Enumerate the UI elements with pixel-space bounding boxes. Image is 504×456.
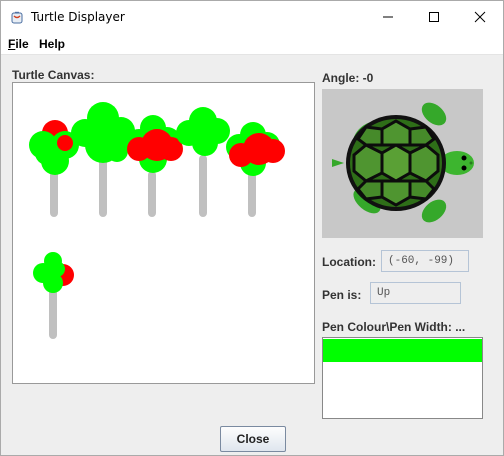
canvas-drawing	[29, 102, 285, 339]
java-cup-icon	[10, 10, 26, 26]
canvas-label: Turtle Canvas:	[12, 68, 95, 82]
minimize-icon	[383, 16, 393, 18]
minimize-button[interactable]	[365, 1, 411, 33]
tree-6	[33, 252, 74, 339]
title-bar[interactable]: Turtle Displayer	[1, 1, 503, 33]
location-field: (-60, -99)	[381, 250, 469, 272]
tree-5	[226, 122, 285, 217]
turtle-icon	[322, 89, 483, 238]
close-button[interactable]: Close	[220, 426, 286, 452]
tree-2	[71, 102, 135, 217]
menu-help[interactable]: Help	[39, 37, 65, 51]
pen-state-field: Up	[370, 282, 461, 304]
tree-4	[176, 107, 230, 217]
menu-bar: File Help	[1, 33, 503, 55]
pen-colour-list[interactable]	[322, 337, 483, 419]
angle-label: Angle: -0	[322, 71, 374, 85]
close-window-button[interactable]	[457, 1, 503, 33]
maximize-button[interactable]	[411, 1, 457, 33]
location-label: Location:	[322, 255, 376, 269]
tree-3	[125, 115, 183, 217]
maximize-icon	[429, 12, 439, 22]
close-icon	[474, 11, 486, 23]
pen-colour-swatch[interactable]	[323, 339, 482, 362]
menu-file[interactable]: File	[8, 37, 29, 51]
menu-file-label: ile	[15, 37, 29, 51]
turtle-displayer-window: Turtle Displayer File Help Turtle Canvas…	[0, 0, 504, 456]
window-title: Turtle Displayer	[31, 10, 125, 24]
turtle-canvas[interactable]	[12, 82, 315, 384]
pen-state-label: Pen is:	[322, 288, 362, 302]
pen-colour-label: Pen Colour\Pen Width: ...	[322, 320, 466, 334]
